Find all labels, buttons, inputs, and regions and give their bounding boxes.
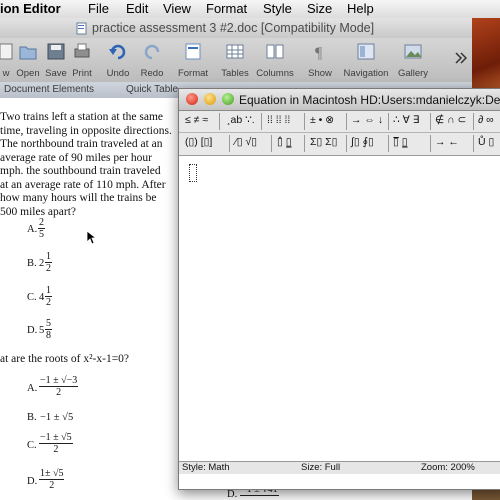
mouse-pointer-icon	[86, 230, 96, 245]
fraction-radical-templates-button[interactable]: ⁄▯ √▯	[235, 136, 257, 151]
q1-line: time, traveling in opposite directions.	[0, 124, 172, 137]
q1-option-b-fraction: 12	[45, 251, 52, 274]
q1-line: average rate of 90 miles per hour	[0, 151, 152, 164]
format-icon	[185, 43, 201, 60]
menu-help[interactable]: Help	[347, 1, 374, 16]
menu-style[interactable]: Style	[263, 1, 292, 16]
q1-line: how many hours will the trains be	[0, 192, 157, 204]
show-label: Show	[308, 68, 332, 79]
q1-option-b-label: B.	[27, 258, 37, 269]
menu-size[interactable]: Size	[307, 1, 332, 16]
word-toolbar: w Open Save Print Undo Redo Format Table…	[0, 38, 500, 83]
arrow-symbols-button[interactable]: → ⇔ ↓	[351, 114, 383, 129]
embellishments-button[interactable]: ⁞⁞ ⁞⁞ ⁞⁞	[267, 114, 290, 129]
gallery-icon	[404, 44, 422, 59]
ribbon-tab-document-elements[interactable]: Document Elements	[4, 84, 94, 95]
summation-templates-button[interactable]: Σ▯ Σ▯	[310, 136, 337, 151]
q2-option-d-fraction: 1± √5 2	[39, 468, 65, 491]
redo-button[interactable]: Redo	[132, 41, 172, 79]
zoom-status[interactable]: Zoom: 200%	[421, 462, 475, 473]
q1-line: Two trains left a station at the same	[0, 111, 164, 123]
bottom-option-label: D.	[227, 489, 238, 500]
close-button[interactable]	[186, 93, 198, 105]
q1-option-d-whole: 5	[39, 325, 45, 336]
document-icon	[76, 22, 87, 35]
format-button[interactable]: Format	[173, 41, 213, 79]
columns-button[interactable]: Columns	[255, 41, 295, 79]
printer-icon	[74, 43, 90, 58]
logical-symbols-button[interactable]: ∴ ∀ ∃	[393, 114, 419, 129]
q2-option-b-label: B.	[27, 412, 37, 423]
q1-option-b-whole: 2	[39, 258, 45, 269]
q1-option-d-label: D.	[27, 325, 38, 336]
q1-option-a-fraction: 25	[38, 217, 45, 240]
q2-option-b-text: −1 ± √5	[40, 412, 74, 423]
style-status[interactable]: Style: Math	[182, 462, 230, 473]
columns-icon	[266, 44, 284, 59]
q2-option-c-fraction: −1 ± √5 2	[39, 432, 73, 455]
table-icon	[226, 44, 244, 59]
labeled-arrow-templates-button[interactable]: → ←	[435, 136, 459, 151]
q1-option-d-fraction: 58	[45, 318, 52, 341]
gallery-label: Gallery	[397, 68, 429, 79]
folder-icon	[19, 46, 37, 60]
integral-templates-button[interactable]: ∫▯ ∮▯	[351, 136, 374, 151]
overbar-templates-button[interactable]: ▯̅ ▯̲	[393, 136, 407, 151]
q1-line: The northbound train traveled at an	[0, 138, 163, 150]
q1-line: at an average rate of 110 mph. After	[0, 178, 166, 191]
q1-option-a-label: A.	[27, 224, 38, 235]
zoom-button[interactable]	[222, 93, 234, 105]
question-2-prompt: at are the roots of x²-x-1=0?	[0, 353, 130, 365]
desktop-background	[472, 18, 500, 98]
q1-option-c-fraction: 12	[45, 285, 52, 308]
gallery-button[interactable]: Gallery	[393, 41, 433, 79]
q2-option-d-label: D.	[27, 476, 38, 487]
size-status[interactable]: Size: Full	[301, 462, 340, 473]
fence-templates-button[interactable]: (▯) [▯]	[185, 136, 212, 151]
navigation-button[interactable]: Navigation	[344, 41, 388, 79]
relational-symbols-button[interactable]: ≤ ≠ ≈	[185, 114, 208, 129]
svg-text:¶: ¶	[315, 45, 323, 60]
menu-bar: ion Editor File Edit View Format Style S…	[0, 0, 500, 19]
set-theory-symbols-button[interactable]: ∉ ∩ ⊂	[435, 114, 466, 129]
q2-option-a-fraction: −1 ± √−3 2	[39, 375, 79, 398]
q1-line: 500 miles apart?	[0, 205, 77, 218]
undo-icon	[109, 44, 126, 60]
toolbar-overflow-icon[interactable]	[455, 52, 467, 64]
word-title-bar: practice assessment 3 #2.doc [Compatibil…	[0, 18, 500, 38]
operator-symbols-button[interactable]: ± • ⊗	[310, 114, 334, 129]
template-palette-row: (▯) [▯] ⁄▯ √▯ ▯̂ ▯̲ Σ▯ Σ▯ ∫▯ ∮▯ ▯̅ ▯̲ → …	[179, 133, 500, 156]
menu-edit[interactable]: Edit	[126, 1, 148, 16]
navigation-icon	[357, 43, 375, 60]
q1-line: mph. the southbound train traveled	[0, 165, 161, 177]
q2-option-a-label: A.	[27, 383, 38, 394]
status-bar: Style: Math Size: Full Zoom: 200%	[179, 461, 500, 474]
ribbon-tab-quick-table[interactable]: Quick Table	[126, 84, 178, 95]
minimize-button[interactable]	[204, 93, 216, 105]
equation-editor-window: Equation in Macintosh HD:Users:mdanielcz…	[178, 88, 500, 490]
spaces-ellipses-button[interactable]: ¸ab ∵.	[227, 114, 255, 129]
insertion-slot[interactable]	[189, 164, 197, 182]
question-1: Two trains left a station at the same ti…	[0, 111, 172, 219]
menu-view[interactable]: View	[163, 1, 191, 16]
app-menu[interactable]: ion Editor	[0, 1, 61, 16]
equation-window-title: Equation in Macintosh HD:Users:mdanielcz…	[239, 93, 500, 107]
pilcrow-icon: ¶	[315, 45, 323, 60]
equation-window-title-bar[interactable]: Equation in Macintosh HD:Users:mdanielcz…	[179, 89, 500, 111]
misc-symbols-button[interactable]: ∂ ∞	[478, 114, 494, 129]
equation-editing-area[interactable]	[179, 156, 500, 460]
subscript-templates-button[interactable]: ▯̂ ▯̲	[277, 136, 291, 151]
word-document-title: practice assessment 3 #2.doc [Compatibil…	[92, 21, 375, 35]
menu-file[interactable]: File	[88, 1, 109, 16]
show-button[interactable]: ¶ Show	[300, 41, 340, 79]
matrix-templates-button[interactable]: Ů ▯	[478, 136, 494, 151]
q1-option-c-whole: 4	[39, 292, 45, 303]
redo-icon	[144, 44, 160, 60]
q2-option-c-label: C.	[27, 440, 37, 451]
navigation-label: Navigation	[343, 68, 389, 79]
menu-format[interactable]: Format	[206, 1, 247, 16]
symbol-palette-row: ≤ ≠ ≈ ¸ab ∵. ⁞⁞ ⁞⁞ ⁞⁞ ± • ⊗ → ⇔ ↓ ∴ ∀ ∃ …	[179, 111, 500, 133]
q1-option-c-label: C.	[27, 292, 37, 303]
